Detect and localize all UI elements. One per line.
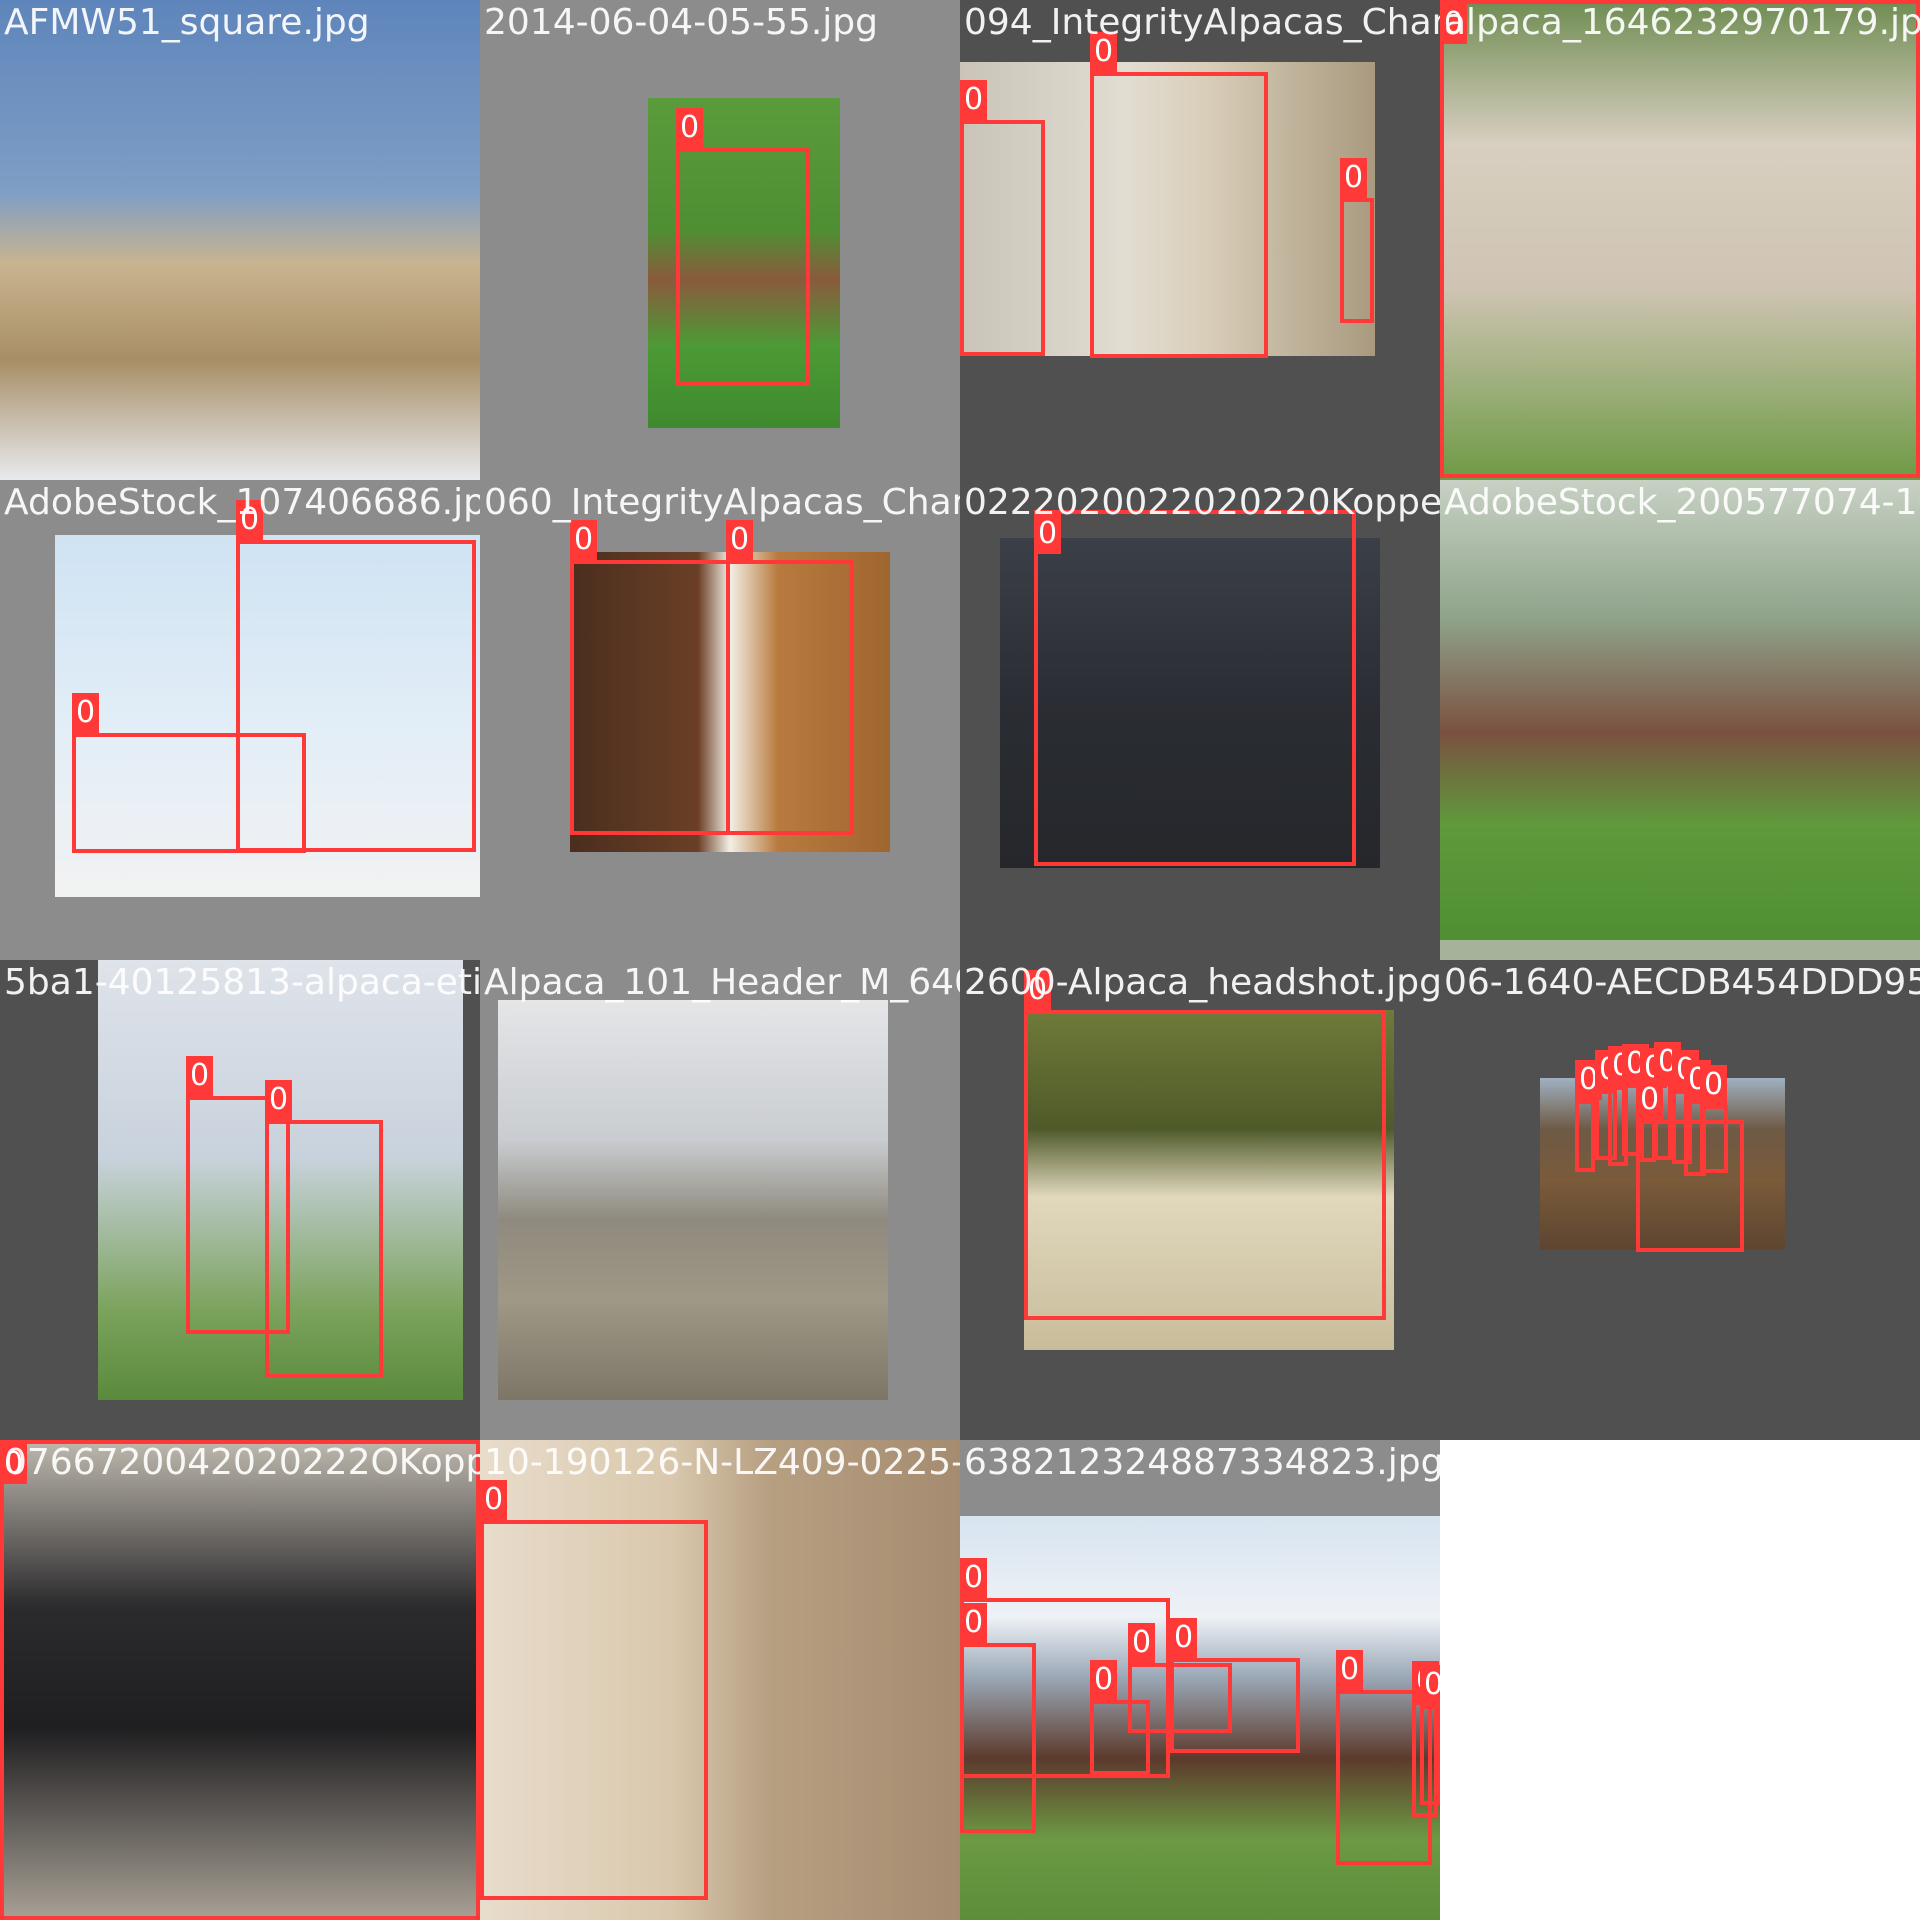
image-mosaic: AFMW51_square.jpg 0 2014-06-04-05-55.jpg 0 0… bbox=[0, 0, 1920, 1920]
alpaca-photo bbox=[498, 1000, 888, 1400]
detection-label: 0 bbox=[1636, 1080, 1664, 1120]
detection-label: 0 bbox=[186, 1056, 214, 1096]
image-filename: 2014-06-04-05-55.jpg bbox=[484, 2, 878, 43]
detection-box: 0 bbox=[1170, 1618, 1300, 1753]
detection-box: 0 bbox=[1340, 158, 1374, 323]
detection-box: 0 bbox=[265, 1080, 383, 1378]
detection-label: 0 bbox=[726, 520, 754, 560]
detection-label: 0 bbox=[1340, 158, 1368, 198]
detection-label: 0 bbox=[480, 1480, 508, 1520]
detection-label: 0 bbox=[1170, 1618, 1198, 1658]
image-filename: 0222020022020220Kopper-head.jpg bbox=[964, 482, 1440, 523]
detection-label: 0 bbox=[1420, 1665, 1440, 1705]
image-filename: 10-190126-N-LZ409-0225-2.jpg bbox=[484, 1442, 960, 1483]
detection-box: 0 bbox=[1024, 970, 1386, 1320]
detection-box: 0 bbox=[1090, 32, 1268, 358]
image-filename: 0766720042020222OKopper-head.jpg bbox=[4, 1442, 480, 1483]
mosaic-tile: 0 0060_IntegrityAlpacas_CharlesScamardo_2… bbox=[480, 480, 960, 960]
detection-label: 0 bbox=[1090, 1660, 1118, 1700]
detection-label: 0 bbox=[265, 1080, 293, 1120]
alpaca-photo bbox=[1440, 480, 1920, 940]
image-filename: 638212324887334823.jpg bbox=[964, 1442, 1440, 1483]
image-filename: 5ba1-40125813-alpaca-etiquette.jpg bbox=[4, 962, 480, 1003]
mosaic-tile: 0 2600-Alpaca_headshot.jpg bbox=[960, 960, 1440, 1440]
image-filename: 060_IntegrityAlpacas_CharlesScamardo_281… bbox=[484, 482, 960, 523]
mosaic-tile: 000094_IntegrityAlpacas_CharlesScamardo_… bbox=[960, 0, 1440, 480]
mosaic-tile: 0 0 5ba1-40125813-alpaca-etiquette.jpg bbox=[0, 960, 480, 1440]
detection-box: 0 bbox=[1575, 1060, 1603, 1172]
image-filename: 06-1640-AECDB454DDD95 bbox=[1444, 962, 1920, 1003]
detection-box: 0 bbox=[1034, 510, 1356, 866]
mosaic-tile: AdobeStock_200577074-1024x683.jpeg bbox=[1440, 480, 1920, 960]
mosaic-tile: 010-190126-N-LZ409-0225-2.jpg bbox=[480, 1440, 960, 1920]
mosaic-tile: 0 2014-06-04-05-55.jpg bbox=[480, 0, 960, 480]
mosaic-tile: 00222020022020220Kopper-head.jpg bbox=[960, 480, 1440, 960]
image-filename: AFMW51_square.jpg bbox=[4, 2, 370, 43]
detection-box: 0 bbox=[960, 1603, 1036, 1833]
detection-label: 0 bbox=[1700, 1065, 1728, 1105]
image-filename: 2600-Alpaca_headshot.jpg bbox=[964, 962, 1440, 1003]
detection-label: 0 bbox=[676, 108, 704, 148]
detection-box: 0 bbox=[1420, 1665, 1440, 1805]
detection-label: 0 bbox=[960, 1558, 988, 1598]
detection-box: 0 bbox=[0, 1440, 480, 1920]
detection-label: 0 bbox=[570, 520, 598, 560]
image-filename: AdobeStock_200577074-1024x683.jpeg bbox=[1444, 482, 1920, 523]
mosaic-tile: 0 alpaca_1646232970179.jpg bbox=[1440, 0, 1920, 480]
mosaic-tile: AFMW51_square.jpg bbox=[0, 0, 480, 480]
detection-label: 0 bbox=[960, 1603, 988, 1643]
mosaic-tile: 00000000638212324887334823.jpg bbox=[960, 1440, 1440, 1920]
detection-label: 0 bbox=[1336, 1650, 1364, 1690]
detection-box: 0 bbox=[960, 80, 1045, 356]
image-filename: alpaca_1646232970179.jpg bbox=[1444, 2, 1920, 43]
detection-box: 0 bbox=[480, 1480, 708, 1900]
mosaic-tile: 00766720042020222OKopper-head.jpg bbox=[0, 1440, 480, 1920]
mosaic-tile: Alpaca_101_Header_M_64026046.jpg bbox=[480, 960, 960, 1440]
mosaic-tile: 0 0 AdobeStock_107406686.jpeg bbox=[0, 480, 480, 960]
detection-label: 0 bbox=[1128, 1623, 1156, 1663]
detection-box: 0 bbox=[1090, 1660, 1150, 1775]
alpaca-photo bbox=[0, 0, 480, 480]
image-filename: AdobeStock_107406686.jpeg bbox=[4, 482, 480, 523]
detection-box: 0 bbox=[570, 520, 730, 835]
detection-box: 0 bbox=[1636, 1080, 1744, 1252]
image-filename: 094_IntegrityAlpacas_CharlesScamardo_281… bbox=[964, 2, 1440, 43]
detection-box: 0 bbox=[1440, 0, 1920, 478]
mosaic-tile: 000000000006-1640-AECDB454DDD95 bbox=[1440, 960, 1920, 1440]
detection-box: 0 bbox=[726, 520, 854, 835]
detection-label: 0 bbox=[960, 80, 988, 120]
image-filename: Alpaca_101_Header_M_64026046.jpg bbox=[484, 962, 960, 1003]
detection-box: 0 bbox=[676, 108, 810, 386]
detection-box: 0 bbox=[72, 693, 306, 853]
detection-label: 0 bbox=[72, 693, 100, 733]
